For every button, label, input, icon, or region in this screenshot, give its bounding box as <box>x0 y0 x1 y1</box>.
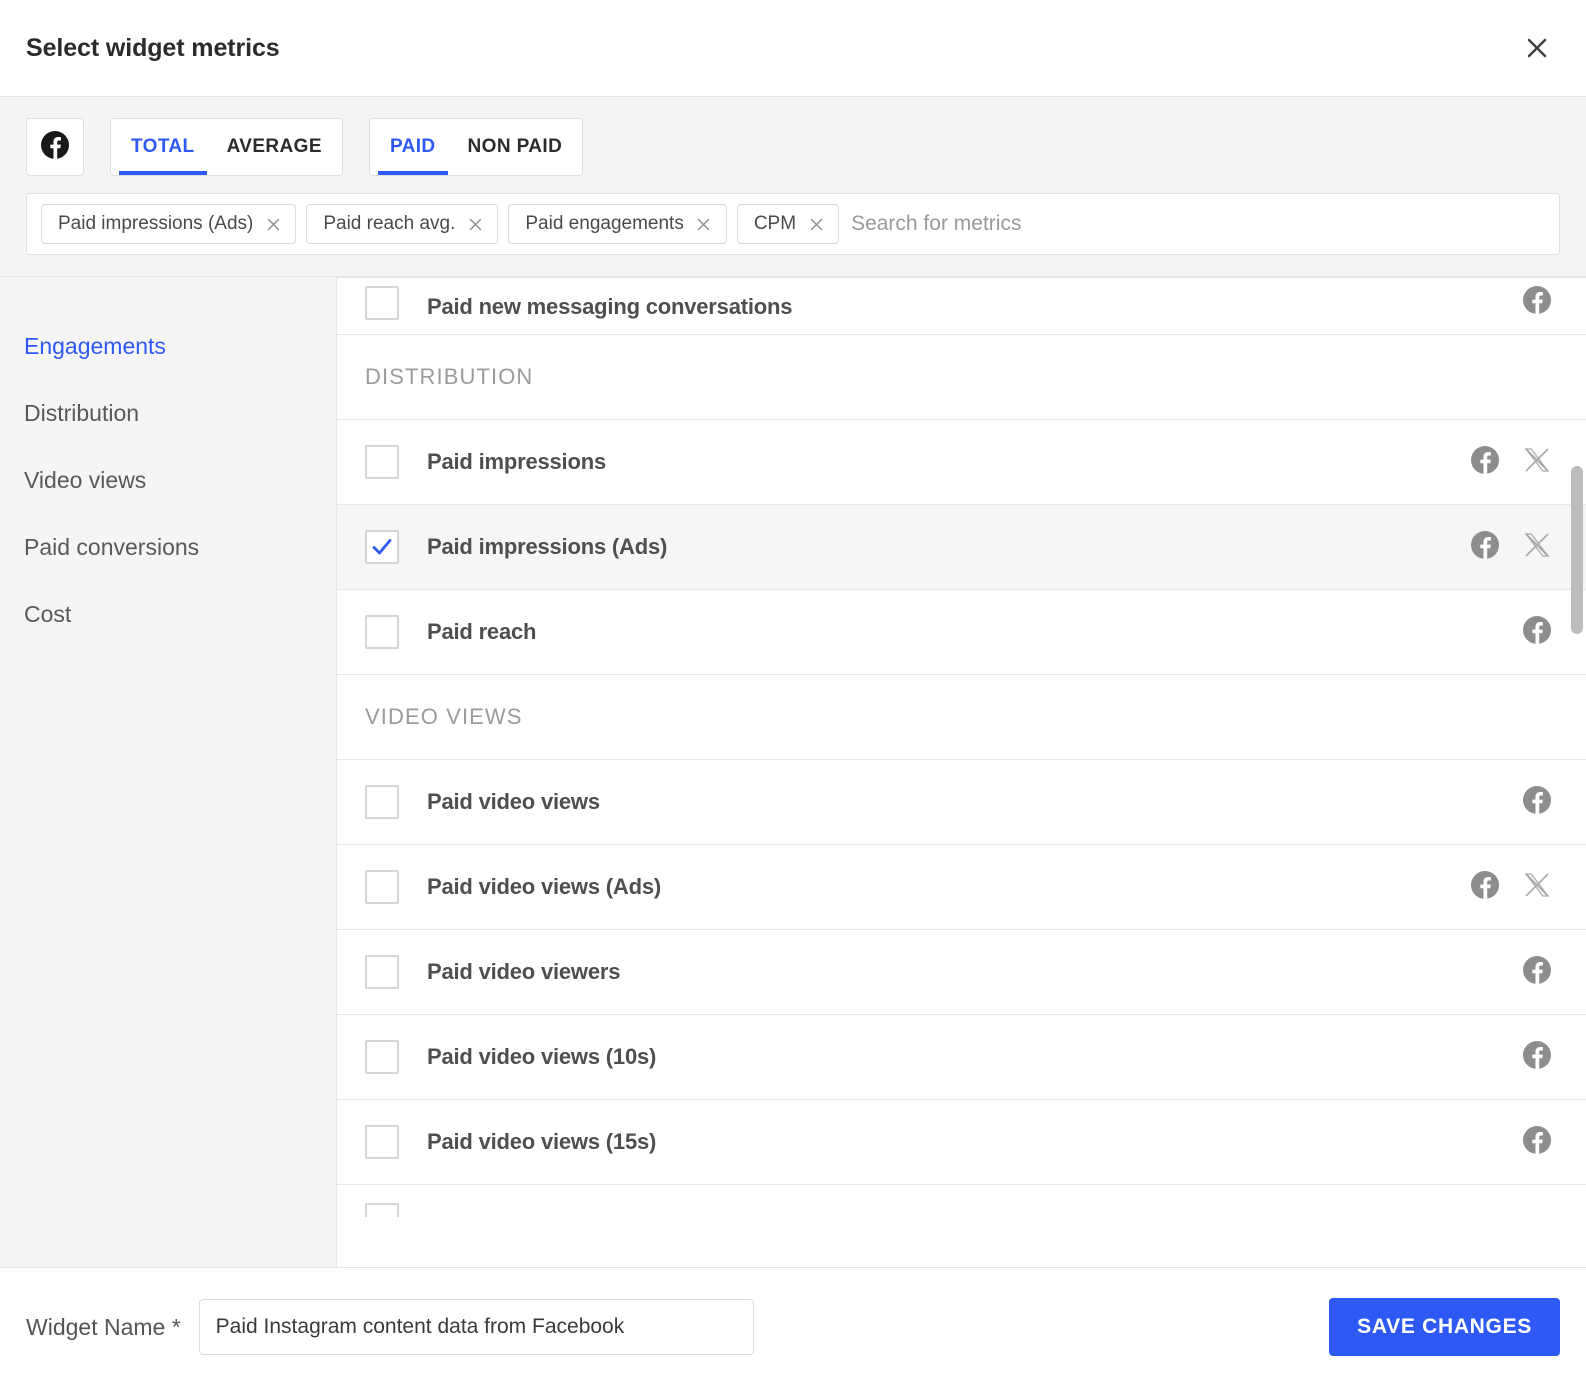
facebook-icon <box>1522 1125 1552 1160</box>
metric-chip: Paid reach avg. <box>306 204 499 244</box>
metric-checkbox[interactable] <box>365 615 399 649</box>
metric-checkbox[interactable] <box>365 445 399 479</box>
metric-group-label: DISTRIBUTION <box>365 364 534 389</box>
facebook-icon <box>1522 1040 1552 1075</box>
metric-label: Paid video views (15s) <box>427 1129 657 1154</box>
x-icon <box>1522 870 1552 905</box>
metric-label: Paid video viewers <box>427 959 621 984</box>
metric-row[interactable]: Paid impressions <box>337 420 1586 505</box>
toolbar-controls-row: TOTAL AVERAGE PAID NON PAID <box>26 118 1560 176</box>
close-icon[interactable] <box>467 216 483 232</box>
network-icons <box>1470 445 1556 480</box>
network-icons <box>1522 1040 1556 1075</box>
metric-chip-label: CPM <box>753 213 797 234</box>
x-icon <box>1522 445 1552 480</box>
metric-checkbox[interactable] <box>365 286 399 320</box>
metric-label: Paid impressions (Ads) <box>427 534 668 559</box>
metric-list: Paid new messaging conversations DISTRIBU… <box>337 277 1586 1267</box>
metric-chip-label: Paid reach avg. <box>323 213 456 234</box>
metric-chip-label: Paid engagements <box>525 213 684 234</box>
facebook-icon <box>40 130 70 165</box>
metrics-toolbar: TOTAL AVERAGE PAID NON PAID Paid impress… <box>0 97 1586 277</box>
metric-label: Paid video views <box>427 789 600 814</box>
metric-checkbox[interactable] <box>365 785 399 819</box>
network-icons <box>1470 870 1556 905</box>
metric-group-header: VIDEO VIEWS <box>337 675 1586 760</box>
x-icon <box>1522 530 1552 565</box>
sidebar-item-distribution[interactable]: Distribution <box>0 380 336 447</box>
metric-chip: Paid engagements <box>508 204 727 244</box>
dialog-body: Engagements Distribution Video views Pai… <box>0 277 1586 1267</box>
tab-average[interactable]: AVERAGE <box>211 119 338 175</box>
metric-checkbox[interactable] <box>365 1040 399 1074</box>
metric-checkbox[interactable] <box>365 530 399 564</box>
network-icons <box>1522 285 1556 320</box>
facebook-icon <box>1522 615 1552 650</box>
tab-non-paid[interactable]: NON PAID <box>452 119 579 175</box>
metric-row[interactable]: Paid video views (Ads) <box>337 845 1586 930</box>
scrollbar-thumb[interactable] <box>1571 465 1583 635</box>
sidebar-item-paid-conversions[interactable]: Paid conversions <box>0 514 336 581</box>
category-sidebar: Engagements Distribution Video views Pai… <box>0 277 337 1267</box>
facebook-icon <box>1522 785 1552 820</box>
metric-row[interactable]: Paid new messaging conversations <box>337 278 1586 335</box>
close-icon[interactable] <box>1514 25 1560 71</box>
facebook-icon <box>1470 530 1500 565</box>
dialog-header: Select widget metrics <box>0 0 1586 97</box>
network-icons <box>1522 785 1556 820</box>
metric-label: Paid new messaging conversations <box>427 294 793 319</box>
metric-search-field[interactable]: Paid impressions (Ads) Paid reach avg. P… <box>26 193 1560 255</box>
paid-tab-group: PAID NON PAID <box>368 118 584 176</box>
widget-name-input[interactable] <box>198 1299 754 1355</box>
page-title: Select widget metrics <box>26 33 280 62</box>
metric-chip: Paid impressions (Ads) <box>41 204 297 244</box>
metric-row[interactable]: Paid video views (10s) <box>337 1015 1586 1100</box>
metric-row[interactable]: Paid impressions (Ads) <box>337 505 1586 590</box>
network-icons <box>1522 1125 1556 1160</box>
close-icon[interactable] <box>265 216 281 232</box>
metric-checkbox[interactable] <box>365 1203 399 1217</box>
tab-total[interactable]: TOTAL <box>115 119 211 175</box>
sidebar-item-cost[interactable]: Cost <box>0 581 336 648</box>
metric-checkbox[interactable] <box>365 955 399 989</box>
close-icon[interactable] <box>808 216 824 232</box>
metric-label: Paid impressions <box>427 449 606 474</box>
widget-name-label: Widget Name * <box>26 1313 181 1340</box>
network-icons <box>1470 530 1556 565</box>
metric-checkbox[interactable] <box>365 870 399 904</box>
metric-checkbox[interactable] <box>365 1125 399 1159</box>
facebook-source-button[interactable] <box>26 118 84 176</box>
metric-group-header: DISTRIBUTION <box>337 335 1586 420</box>
metric-row[interactable]: Paid video views <box>337 760 1586 845</box>
tab-paid[interactable]: PAID <box>374 119 452 175</box>
metric-group-label: VIDEO VIEWS <box>365 704 523 729</box>
facebook-icon <box>1470 445 1500 480</box>
facebook-icon <box>1522 955 1552 990</box>
metric-row[interactable]: Paid video viewers <box>337 930 1586 1015</box>
metric-label: Paid video views (10s) <box>427 1044 657 1069</box>
metric-row[interactable]: Paid video views (15s) <box>337 1100 1586 1185</box>
metric-label: Paid video views (Ads) <box>427 874 662 899</box>
network-icons <box>1522 615 1556 650</box>
metric-chip: CPM <box>736 204 840 244</box>
facebook-icon <box>1522 285 1552 320</box>
sidebar-item-video-views[interactable]: Video views <box>0 447 336 514</box>
aggregation-tab-group: TOTAL AVERAGE <box>110 118 343 176</box>
select-widget-metrics-dialog: Select widget metrics TOTAL AVERAGE PAID… <box>0 0 1586 1386</box>
sidebar-item-engagements[interactable]: Engagements <box>0 313 336 380</box>
metric-row[interactable] <box>337 1185 1586 1217</box>
close-icon[interactable] <box>696 216 712 232</box>
save-changes-button[interactable]: SAVE CHANGES <box>1329 1298 1560 1356</box>
metric-chip-label: Paid impressions (Ads) <box>58 213 254 234</box>
metric-row[interactable]: Paid reach <box>337 590 1586 675</box>
network-icons <box>1522 955 1556 990</box>
search-input[interactable] <box>849 204 1545 244</box>
metric-label: Paid reach <box>427 619 537 644</box>
dialog-footer: Widget Name * SAVE CHANGES <box>0 1267 1586 1386</box>
facebook-icon <box>1470 870 1500 905</box>
